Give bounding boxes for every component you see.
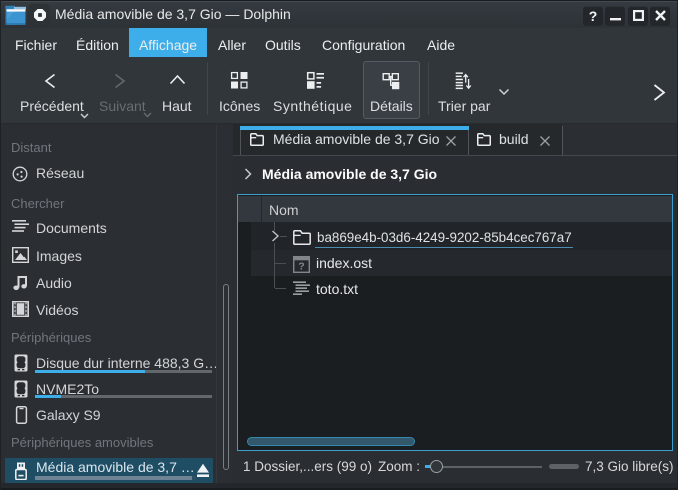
svg-text:?: ? bbox=[298, 261, 304, 273]
